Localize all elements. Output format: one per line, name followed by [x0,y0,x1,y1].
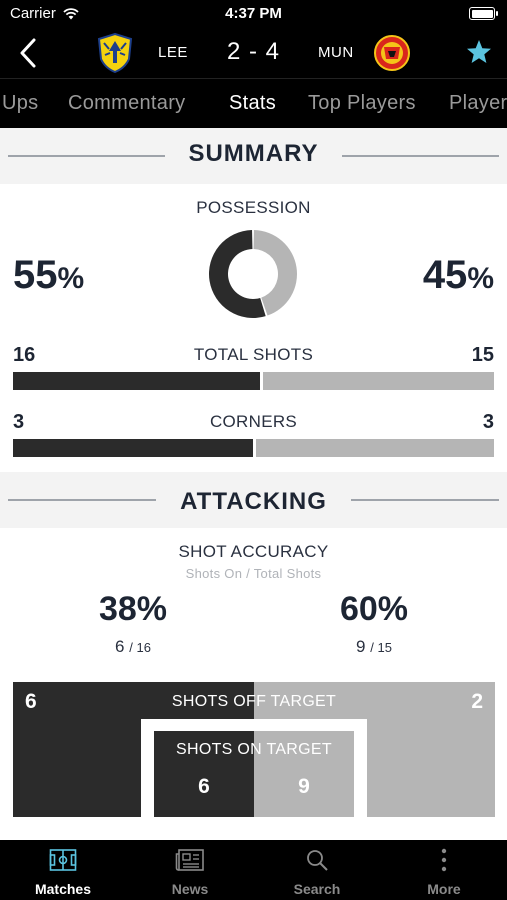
away-total-shots-bar [263,372,494,390]
away-team-code: MUN [318,44,354,61]
divider [351,499,499,501]
away-corners-bar [256,439,494,457]
match-score: 2 - 4 [226,38,281,65]
corners-label: CORNERS [209,412,298,431]
favorite-button[interactable] [463,36,495,68]
match-header: LEE 2 - 4 MUN [0,28,507,78]
nav-news-label: News [171,881,209,897]
search-icon [307,850,328,871]
home-total-shots-bar [13,372,260,390]
nav-search-label: Search [293,881,341,897]
home-shots-ratio: 6 / 16 [115,637,151,656]
attacking-section-header: ATTACKING [0,472,507,528]
summary-title: SUMMARY [188,140,319,167]
home-corners-bar [13,439,253,457]
away-corners: 3 [482,411,494,433]
tab-stats[interactable]: Stats [229,92,276,115]
bottom-navigation: Matches News Search More [0,840,507,900]
away-total-shots: 15 [471,344,494,366]
nav-search[interactable]: Search [254,840,380,900]
nav-matches[interactable]: Matches [0,840,126,900]
away-shots-on-target: 9 [298,775,310,798]
total-shots-label: TOTAL SHOTS [193,345,314,364]
home-shot-accuracy: 38% [98,590,168,628]
divider [342,155,499,157]
attacking-title: ATTACKING [180,488,327,515]
away-possession: 45% [422,253,494,297]
shots-on-target-label: SHOTS ON TARGET [176,741,332,758]
possession-label: POSSESSION [196,198,311,217]
status-time: 4:37 PM [225,5,282,22]
man-united-crest-icon [374,35,410,71]
summary-section-header: SUMMARY [0,128,507,184]
tab-lineups[interactable]: Ups [2,92,38,115]
nav-more-label: More [427,881,461,897]
nav-news[interactable]: News [127,840,253,900]
star-icon [467,40,491,63]
away-shot-accuracy: 60% [339,590,409,628]
match-tabs: Ups Commentary Stats Top Players Players [0,78,507,128]
nav-matches-label: Matches [34,881,92,897]
possession-donut-chart [209,230,297,318]
nav-more[interactable]: More [381,840,507,900]
battery-icon [469,7,498,20]
home-shots-on-target: 6 [198,775,210,798]
tab-commentary[interactable]: Commentary [68,92,185,115]
shots-pitch-graphic: 6 SHOTS OFF TARGET 2 SHOTS ON TARGET 6 9 [13,682,495,817]
away-shots-ratio: 9 / 15 [356,637,392,656]
shot-accuracy-label: SHOT ACCURACY [178,542,329,561]
home-possession: 55% [13,253,85,297]
newspaper-icon [175,849,204,871]
shots-off-target-label: SHOTS OFF TARGET [171,693,337,710]
status-bar: Carrier 4:37 PM [0,0,507,28]
pitch-icon [49,849,77,871]
away-shots-off-target: 2 [471,690,483,713]
tab-players[interactable]: Players [449,92,507,115]
shot-accuracy-sublabel: Shots On / Total Shots [185,566,322,581]
more-vertical-icon [441,848,447,872]
tab-top-players[interactable]: Top Players [308,92,416,115]
